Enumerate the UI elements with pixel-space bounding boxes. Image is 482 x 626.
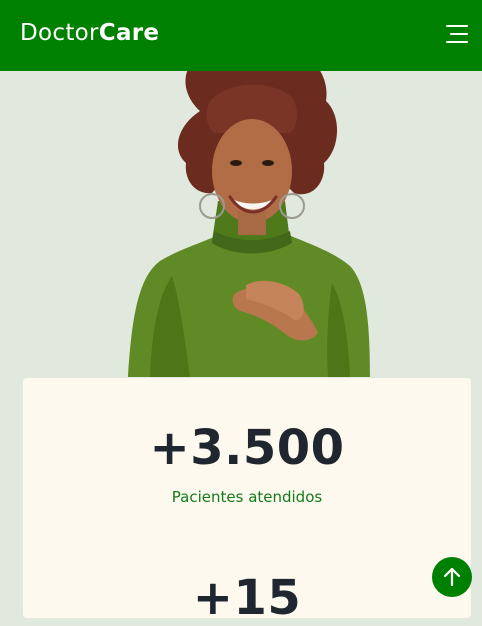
stat-label-patients: Pacientes atendidos — [171, 488, 323, 506]
woman-hands-on-chest-photo — [128, 71, 370, 377]
scroll-to-top-button[interactable] — [432, 557, 472, 597]
logo-text-light: Doctor — [20, 20, 99, 46]
stat-value-second: +15 — [192, 570, 302, 626]
arrow-up-icon — [443, 567, 461, 587]
stat-value-patients: +3.500 — [149, 420, 345, 476]
hero-image — [0, 71, 482, 377]
logo[interactable]: DoctorCare — [20, 19, 159, 47]
stats-card: +3.500 Pacientes atendidos +15 — [23, 378, 471, 626]
top-header: DoctorCare — [0, 0, 482, 71]
logo-text-bold: Care — [98, 20, 160, 46]
menu-button[interactable] — [436, 18, 470, 50]
